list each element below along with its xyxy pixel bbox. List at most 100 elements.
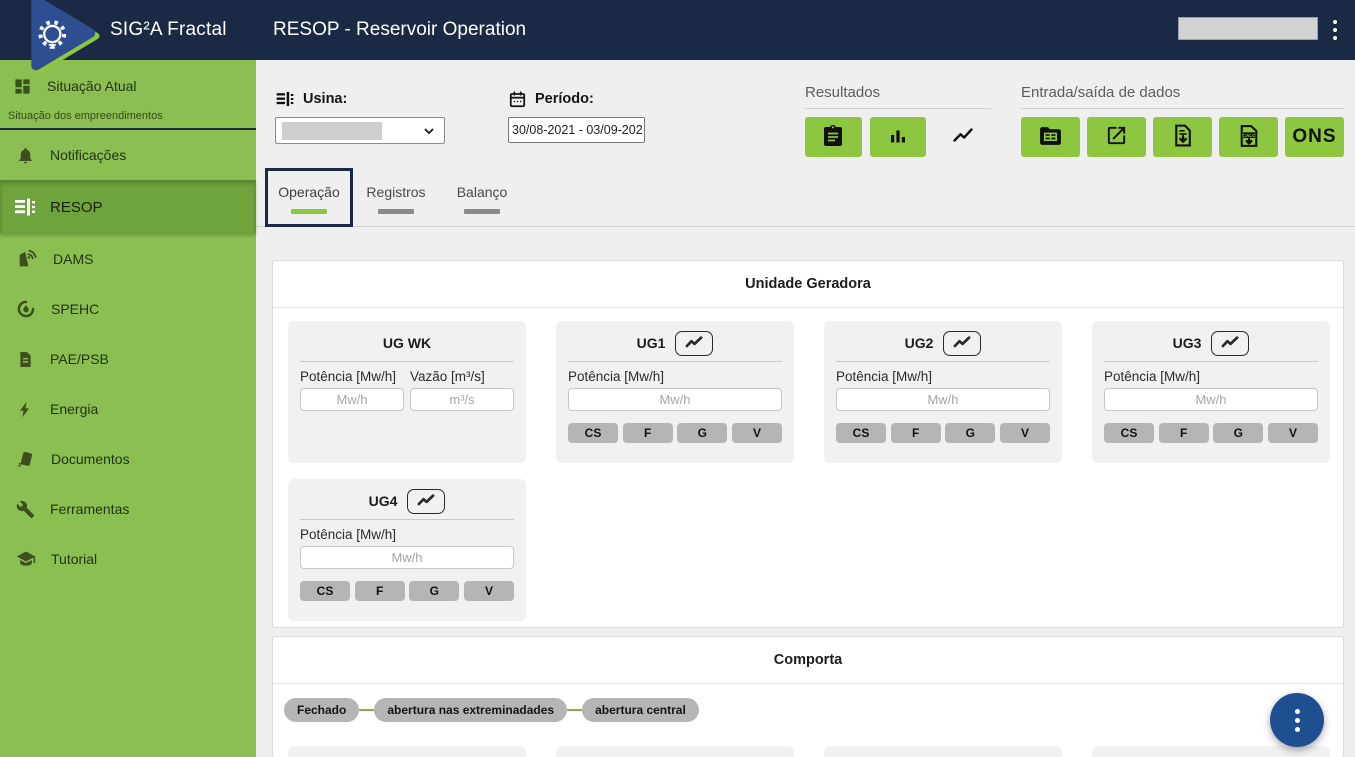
trend-results-button[interactable]	[934, 117, 991, 157]
fechado-button[interactable]: Fechado	[284, 698, 359, 722]
resultados-caption: Resultados	[805, 84, 991, 109]
top-bar: SIG²A Fractal RESOP - Reservoir Operatio…	[0, 0, 1355, 60]
comporta-card	[556, 746, 794, 757]
potencia-label: Potência [Mw/h]	[300, 527, 514, 542]
f-button[interactable]: F	[623, 423, 673, 443]
sidebar-item-situacao-atual[interactable]: Situação Atual	[0, 73, 256, 99]
ug-wk-card: UG WK Potência [Mw/h] Vazão [m³/s]	[288, 321, 526, 463]
calendar-icon	[508, 90, 527, 109]
sidebar-item-label: Ferramentas	[50, 501, 129, 517]
usina-group: Usina:	[275, 88, 445, 144]
g-button[interactable]: G	[945, 423, 995, 443]
calc-download-icon: CALC	[1236, 123, 1262, 152]
sidebar-caption: Situação dos empreendimentos	[0, 110, 256, 122]
abertura-central-button[interactable]: abertura central	[582, 698, 699, 722]
vazao-label: Vazão [m³/s]	[410, 369, 514, 384]
sidebar-item-label: Notificações	[50, 147, 126, 163]
card-title: UG WK	[383, 335, 431, 351]
potencia-label: Potência [Mw/h]	[568, 369, 782, 384]
g-button[interactable]: G	[409, 581, 459, 601]
periodo-label-row: Período:	[508, 88, 645, 110]
connector-line	[567, 709, 582, 711]
f-button[interactable]: F	[891, 423, 941, 443]
trend-line-icon	[415, 492, 437, 511]
usina-select[interactable]	[275, 117, 445, 144]
v-button[interactable]: V	[464, 581, 514, 601]
folder-table-icon	[1038, 123, 1063, 151]
graduation-cap-icon	[16, 549, 36, 569]
sidebar-item-label: PAE/PSB	[50, 351, 109, 367]
cs-button[interactable]: CS	[836, 423, 886, 443]
tab-label: Operação	[278, 184, 339, 200]
sidebar-item-label: RESOP	[50, 199, 103, 216]
potencia-input[interactable]	[1104, 388, 1318, 411]
abertura-extremidades-button[interactable]: abertura nas extreminadades	[374, 698, 567, 722]
sidebar-item-label: SPEHC	[51, 301, 99, 317]
sidebar-item-dams[interactable]: DAMS	[0, 234, 256, 284]
cs-button[interactable]: CS	[300, 581, 350, 601]
tab-operacao[interactable]: Operação	[265, 168, 353, 227]
potencia-input[interactable]	[300, 388, 404, 411]
comporta-card	[1092, 746, 1330, 757]
card-title: UG2	[905, 335, 934, 351]
sidebar-item-ferramentas[interactable]: Ferramentas	[0, 484, 256, 534]
ug4-chart-button[interactable]	[407, 489, 445, 514]
sidebar-item-spehc[interactable]: SPEHC	[0, 284, 256, 334]
g-button[interactable]: G	[677, 423, 727, 443]
report-button[interactable]	[805, 117, 862, 157]
potencia-input[interactable]	[568, 388, 782, 411]
fab-menu-button[interactable]	[1270, 693, 1324, 747]
potencia-label: Potência [Mw/h]	[1104, 369, 1318, 384]
ons-button[interactable]: ONS	[1285, 117, 1344, 157]
cs-button[interactable]: CS	[1104, 423, 1154, 443]
data-tables-button[interactable]	[1021, 117, 1080, 157]
v-button[interactable]: V	[1268, 423, 1318, 443]
overflow-menu-icon[interactable]	[1328, 18, 1342, 42]
sidebar-item-label: DAMS	[53, 251, 93, 267]
file-download-button[interactable]	[1153, 117, 1212, 157]
calc-download-button[interactable]: CALC	[1219, 117, 1278, 157]
card-divider	[568, 361, 782, 362]
potencia-input[interactable]	[300, 546, 514, 569]
dashboard-icon	[13, 77, 32, 96]
tab-indicator	[464, 209, 500, 214]
sidebar-item-resop[interactable]: RESOP	[0, 180, 256, 234]
bell-icon	[16, 146, 35, 165]
wrench-icon	[16, 500, 35, 519]
v-button[interactable]: V	[732, 423, 782, 443]
account-selector[interactable]	[1178, 17, 1318, 40]
dam-icon	[13, 195, 37, 219]
potencia-input[interactable]	[836, 388, 1050, 411]
app-title: SIG²A Fractal	[110, 0, 227, 60]
redacted-value	[282, 122, 382, 140]
card-divider	[1104, 361, 1318, 362]
ug2-chart-button[interactable]	[943, 331, 981, 356]
sidebar-item-documentos[interactable]: Documentos	[0, 434, 256, 484]
ug3-card: UG3 Potência [Mw/h] CS F G V	[1092, 321, 1330, 463]
vazao-input[interactable]	[410, 388, 514, 411]
ug3-chart-button[interactable]	[1211, 331, 1249, 356]
v-button[interactable]: V	[1000, 423, 1050, 443]
f-button[interactable]: F	[1159, 423, 1209, 443]
sidebar-item-tutorial[interactable]: Tutorial	[0, 534, 256, 584]
tab-registros[interactable]: Registros	[353, 168, 439, 226]
chart-results-button[interactable]	[870, 117, 927, 157]
tab-balanco[interactable]: Balanço	[439, 168, 525, 226]
cs-button[interactable]: CS	[568, 423, 618, 443]
sidebar-item-label: Tutorial	[51, 551, 97, 567]
g-button[interactable]: G	[1213, 423, 1263, 443]
ug1-chart-button[interactable]	[675, 331, 713, 356]
f-button[interactable]: F	[355, 581, 405, 601]
sidebar-item-pae-psb[interactable]: PAE/PSB	[0, 334, 256, 384]
chevron-down-icon	[422, 124, 436, 143]
ons-logo: ONS	[1292, 126, 1336, 148]
periodo-input[interactable]	[508, 117, 645, 143]
app-logo-icon	[10, 0, 106, 76]
trend-line-icon	[951, 334, 973, 353]
sidebar-item-notificacoes[interactable]: Notificações	[0, 130, 256, 180]
sidebar-item-energia[interactable]: Energia	[0, 384, 256, 434]
open-in-new-icon	[1105, 124, 1128, 150]
resultados-group: Resultados	[805, 84, 991, 157]
export-button[interactable]	[1087, 117, 1146, 157]
io-group: Entrada/saída de dados	[1021, 84, 1345, 157]
